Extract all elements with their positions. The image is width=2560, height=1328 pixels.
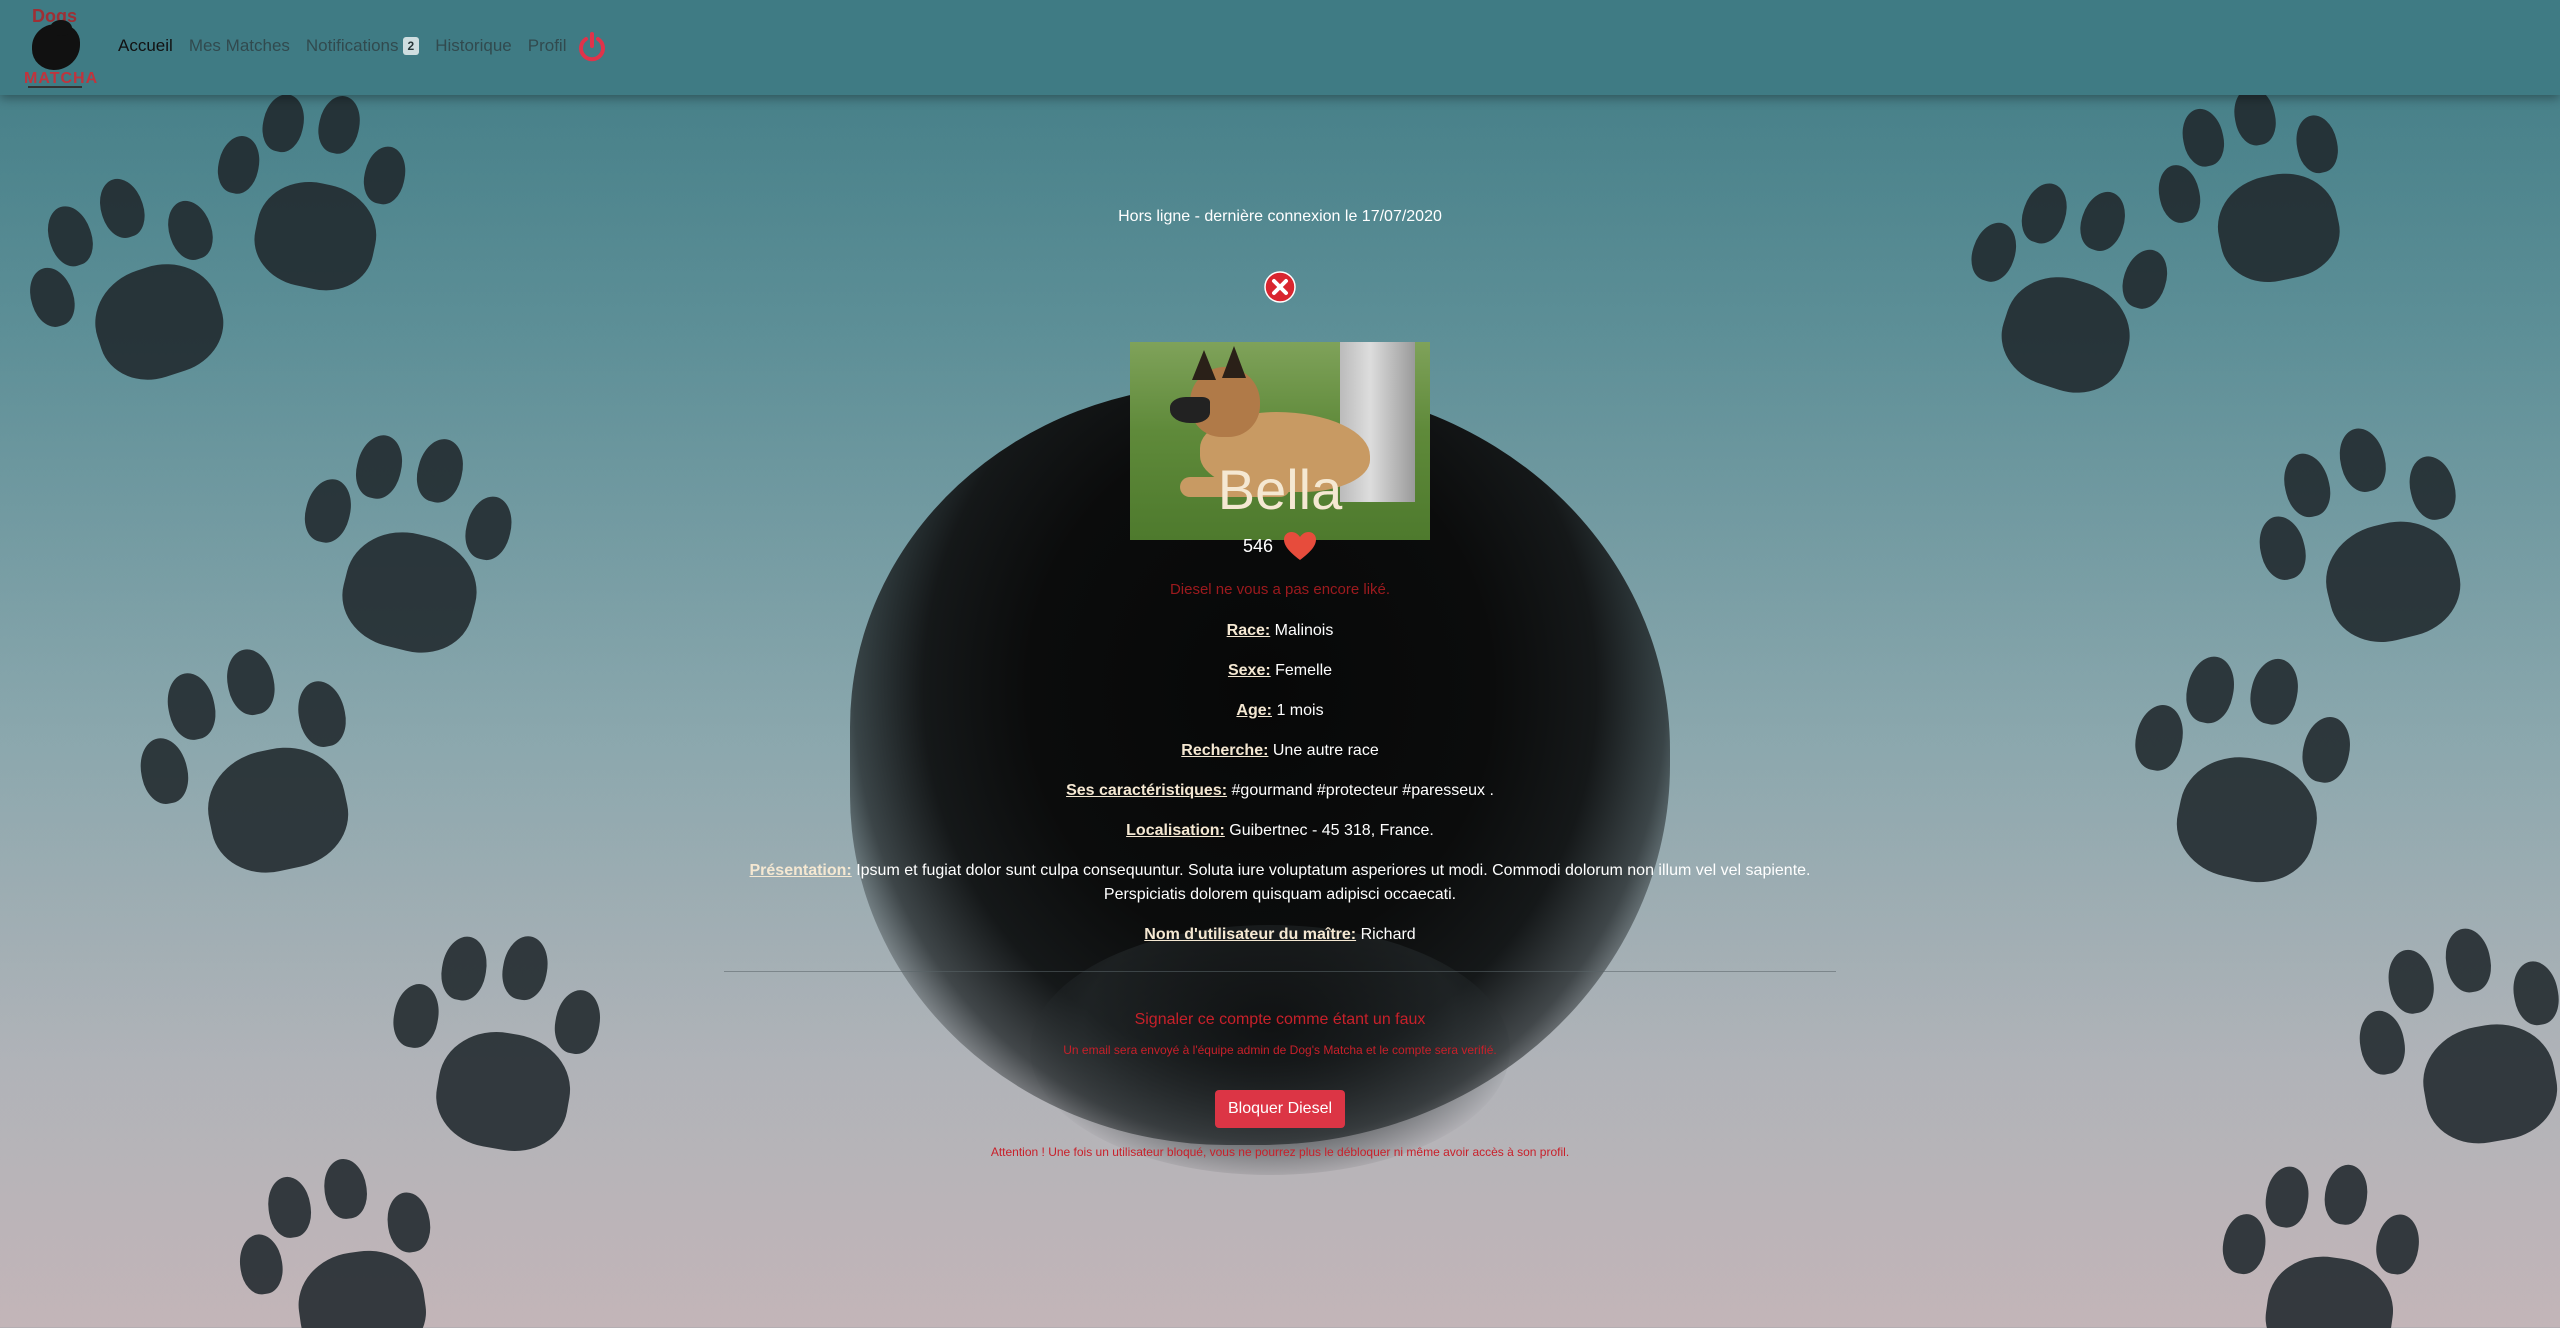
offline-x-icon <box>1264 271 1296 303</box>
field-caracteristiques-value: #gourmand #protecteur #paresseux . <box>1231 782 1494 799</box>
field-sexe: Sexe: Femelle <box>0 662 2560 680</box>
field-presentation-label: Présentation: <box>749 862 852 879</box>
field-caracteristiques-label: Ses caractéristiques: <box>1066 782 1228 799</box>
nav-link-notifications[interactable]: Notifications 2 <box>305 36 420 56</box>
field-age-value: 1 mois <box>1276 702 1324 719</box>
field-presentation: Présentation: Ipsum et fugiat dolor sunt… <box>0 862 2560 880</box>
field-presentation-line2: Perspiciatis dolorem quisquam adipisci o… <box>1103 886 1457 903</box>
field-localisation-label: Localisation: <box>1126 822 1225 839</box>
field-recherche-label: Recherche: <box>1181 742 1269 759</box>
field-recherche: Recherche: Une autre race <box>0 742 2560 760</box>
field-race-label: Race: <box>1226 622 1271 639</box>
field-caracteristiques: Ses caractéristiques: #gourmand #protect… <box>0 782 2560 800</box>
likes-row: 546 <box>0 531 2560 561</box>
logo-dog-ear <box>50 20 72 36</box>
field-race: Race: Malinois <box>0 622 2560 640</box>
nav-link-notifications-label: Notifications <box>305 36 399 55</box>
field-race-value: Malinois <box>1274 622 1334 639</box>
power-icon[interactable] <box>576 31 608 63</box>
field-localisation-value: Guibertnec - 45 318, France. <box>1229 822 1434 839</box>
field-maitre-value: Richard <box>1360 926 1416 943</box>
nav-link-accueil[interactable]: Accueil <box>118 36 173 56</box>
logo-underline <box>28 86 82 88</box>
nav-link-mes-matches[interactable]: Mes Matches <box>189 36 290 56</box>
field-maitre-label: Nom d'utilisateur du maître: <box>1144 926 1357 943</box>
block-warning: Attention ! Une fois un utilisateur bloq… <box>990 1145 1570 1159</box>
report-fake-link[interactable]: Signaler ce compte comme étant un faux <box>0 1011 2560 1029</box>
field-sexe-value: Femelle <box>1275 662 1333 679</box>
notification-count-badge: 2 <box>402 37 420 55</box>
likes-count: 546 <box>1242 535 1274 556</box>
profile-name: Bella <box>1217 458 1343 521</box>
field-localisation: Localisation: Guibertnec - 45 318, Franc… <box>0 822 2560 840</box>
divider <box>724 971 1836 972</box>
field-sexe-label: Sexe: <box>1227 662 1271 679</box>
field-age: Age: 1 mois <box>0 702 2560 720</box>
field-maitre: Nom d'utilisateur du maître: Richard <box>0 926 2560 944</box>
nav-link-profil[interactable]: Profil <box>528 36 567 56</box>
photo-dog-ear-right <box>1222 346 1246 378</box>
field-age-label: Age: <box>1236 702 1272 719</box>
dogs-matcha-logo[interactable]: Dogs MATCHA <box>18 6 97 88</box>
status-text: Hors ligne - dernière connexion le 17/07… <box>1118 208 1442 225</box>
report-note: Un email sera envoyé à l'équipe admin de… <box>1063 1043 1497 1057</box>
block-user-button[interactable]: Bloquer Diesel <box>1215 1090 1345 1128</box>
field-presentation-value: Ipsum et fugiat dolor sunt culpa consequ… <box>856 862 1811 879</box>
navbar: Dogs MATCHA Accueil Mes Matches Notifica… <box>0 0 2560 95</box>
photo-dog-muzzle <box>1170 397 1210 423</box>
field-recherche-value: Une autre race <box>1272 742 1379 759</box>
profile-page: Hors ligne - dernière connexion le 17/07… <box>0 95 2560 1328</box>
heart-icon[interactable] <box>1283 531 1317 561</box>
photo-dog-ear-left <box>1192 350 1216 380</box>
nav-link-historique[interactable]: Historique <box>435 36 512 56</box>
nav-links: Accueil Mes Matches Notifications 2 Hist… <box>118 36 582 56</box>
not-liked-message: Diesel ne vous a pas encore liké. <box>1169 581 1391 598</box>
